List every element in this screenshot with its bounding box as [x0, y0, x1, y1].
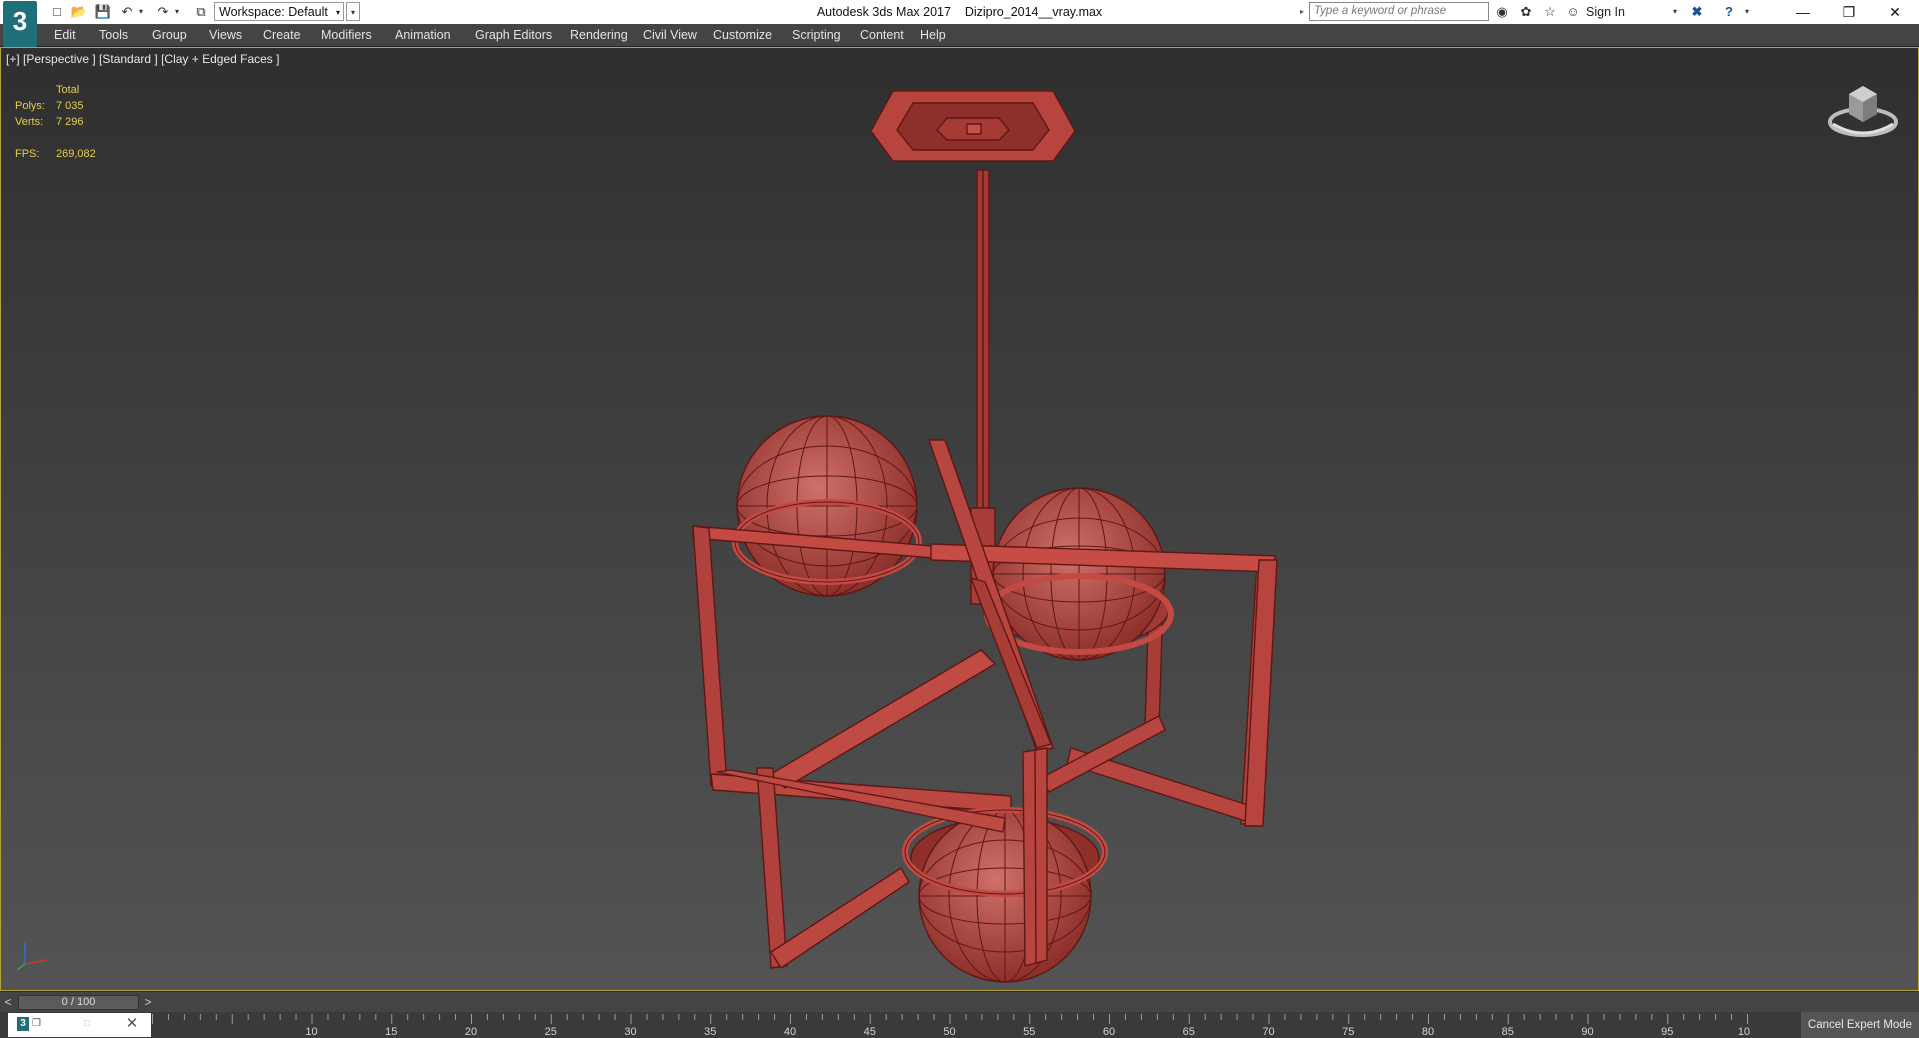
- timeline-tick-label: 100: [1738, 1026, 1750, 1038]
- app-logo-button[interactable]: 3: [3, 1, 37, 47]
- search-expand-icon[interactable]: ▸: [1300, 2, 1308, 21]
- project-folder-icon[interactable]: ⧉: [192, 3, 210, 21]
- frame-display: 0 / 100: [61, 996, 96, 1008]
- timeline-tick-label: 65: [1183, 1026, 1195, 1038]
- sign-in-button[interactable]: Sign In: [1586, 3, 1625, 21]
- title-bar: 3 □ 📂 💾 ↶ ▾ ↷ ▾ ⧉ Workspace: Default ▾ ▾ …: [0, 0, 1919, 47]
- timeline-tick-label: 40: [784, 1026, 796, 1038]
- timeline-tick-label: 20: [465, 1026, 477, 1038]
- close-icon[interactable]: ✕: [124, 1015, 140, 1033]
- binoculars-icon[interactable]: ◉: [1493, 3, 1511, 21]
- menu-views[interactable]: Views: [209, 24, 242, 46]
- menu-help[interactable]: Help: [920, 24, 946, 46]
- timeline-tick-label: 60: [1103, 1026, 1115, 1038]
- minimize-button[interactable]: —: [1780, 0, 1826, 24]
- prev-frame-button[interactable]: <: [2, 994, 14, 1010]
- time-slider-bar: < 0 / 100 >: [0, 992, 1919, 1012]
- help-dropdown-icon[interactable]: ▾: [1738, 3, 1756, 21]
- open-file-icon[interactable]: 📂: [70, 3, 88, 21]
- timeline-tick-label: 35: [704, 1026, 716, 1038]
- search-placeholder: Type a keyword or phrase: [1314, 5, 1447, 17]
- menu-customize[interactable]: Customize: [713, 24, 772, 46]
- menu-animation[interactable]: Animation: [395, 24, 451, 46]
- workspace-dropdown[interactable]: Workspace: Default ▾: [214, 2, 344, 21]
- next-frame-button[interactable]: >: [142, 994, 154, 1010]
- menu-modifiers[interactable]: Modifiers: [321, 24, 372, 46]
- timeline-tick-label: 30: [624, 1026, 636, 1038]
- menu-content[interactable]: Content: [860, 24, 904, 46]
- max-app-icon: 3: [17, 1017, 29, 1031]
- new-file-icon[interactable]: □: [48, 3, 66, 21]
- timeline-tick-label: 55: [1023, 1026, 1035, 1038]
- menu-rendering[interactable]: Rendering: [570, 24, 628, 46]
- undo-icon[interactable]: ↶: [118, 3, 136, 21]
- axis-tripod-icon: [16, 942, 48, 971]
- timeline-tick-label: 25: [545, 1026, 557, 1038]
- timeline-tick-label: 90: [1581, 1026, 1593, 1038]
- menu-civil-view[interactable]: Civil View: [643, 24, 697, 46]
- timeline-ruler[interactable]: 10 15 20 25 30 35 40 45 50 55 60 65 70 75 80 85 90 95 100: [152, 1012, 1750, 1038]
- app-title: Autodesk 3ds Max 2017: [816, 5, 951, 19]
- save-file-icon[interactable]: 💾: [94, 3, 112, 21]
- workspace-label: Workspace: Default: [219, 5, 328, 19]
- window-placeholder-icon: □: [84, 1018, 91, 1029]
- chandelier-model[interactable]: [1, 48, 1918, 990]
- user-icon[interactable]: ☺: [1564, 3, 1582, 21]
- menu-edit[interactable]: Edit: [54, 24, 76, 46]
- timeline-tick-label: 95: [1661, 1026, 1673, 1038]
- timeline-tick-label: 50: [943, 1026, 955, 1038]
- menu-graph-editors[interactable]: Graph Editors: [475, 24, 552, 46]
- timeline-tick-label: 70: [1262, 1026, 1274, 1038]
- help-icon[interactable]: ?: [1720, 3, 1738, 21]
- menu-scripting[interactable]: Scripting: [792, 24, 841, 46]
- app-logo-text: 3: [12, 6, 28, 36]
- communication-center-icon[interactable]: ✿: [1517, 3, 1535, 21]
- timeline-tick-label: 15: [385, 1026, 397, 1038]
- menu-group[interactable]: Group: [152, 24, 187, 46]
- window-restore-icon[interactable]: ❐: [32, 1017, 44, 1031]
- close-button[interactable]: ✕: [1872, 0, 1918, 24]
- timeline-tick-label: 85: [1502, 1026, 1514, 1038]
- timeline-tick-label: 75: [1342, 1026, 1354, 1038]
- redo-dropdown-icon[interactable]: ▾: [172, 3, 182, 21]
- chevron-down-icon: ▾: [335, 8, 340, 17]
- redo-icon[interactable]: ↷: [154, 3, 172, 21]
- timeline-tick-label: 45: [864, 1026, 876, 1038]
- timeline-tick-label: 10: [305, 1026, 317, 1038]
- timeline-tick-label: 80: [1422, 1026, 1434, 1038]
- exchange-apps-icon[interactable]: ✖: [1688, 3, 1706, 21]
- cancel-expert-mode-button[interactable]: Cancel Expert Mode: [1801, 1012, 1919, 1038]
- perspective-viewport[interactable]: [+] [Perspective ] [Standard ] [Clay + E…: [0, 47, 1919, 991]
- menu-tools[interactable]: Tools: [99, 24, 128, 46]
- favorites-star-icon[interactable]: ☆: [1541, 3, 1559, 21]
- menu-bar: Edit Tools Group Views Create Modifiers …: [0, 24, 1919, 47]
- undo-dropdown-icon[interactable]: ▾: [136, 3, 146, 21]
- search-input[interactable]: Type a keyword or phrase: [1309, 2, 1489, 21]
- track-bar: 3 ❐ □ ✕ 10 15 20 25 30 35 40 45 50 55 60 65 70 75 80 85…: [0, 1012, 1919, 1038]
- restore-button[interactable]: ❐: [1826, 0, 1872, 24]
- time-slider[interactable]: 0 / 100: [18, 995, 139, 1010]
- taskbar-thumbnail[interactable]: 3 ❐ □ ✕: [8, 1013, 151, 1037]
- customize-toolbar-icon[interactable]: ▾: [346, 2, 360, 21]
- menu-create[interactable]: Create: [263, 24, 301, 46]
- sign-in-dropdown-icon[interactable]: ▾: [1666, 3, 1684, 21]
- file-name: Dizipro_2014__vray.max: [964, 5, 1103, 19]
